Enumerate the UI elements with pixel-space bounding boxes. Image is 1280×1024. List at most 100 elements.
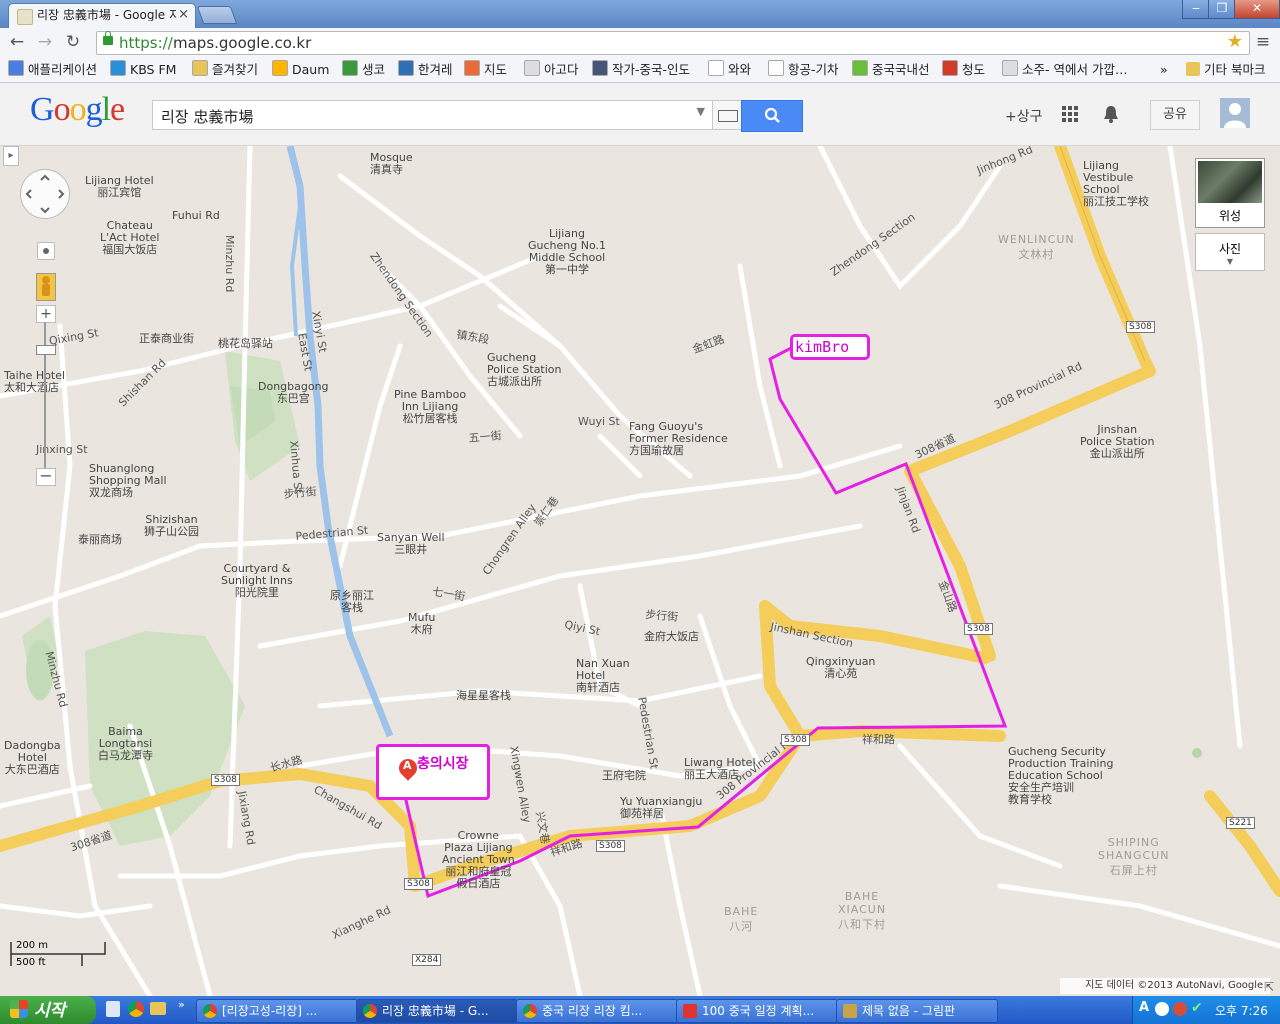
bookmark-item[interactable]: 중국국내선 — [852, 60, 930, 80]
keyboard-icon[interactable] — [712, 100, 742, 130]
maximize-button[interactable]: ❐ — [1208, 0, 1236, 19]
search-input[interactable]: 리장 忠義市場 ▼ — [152, 100, 714, 130]
map-place-label[interactable]: Yu Yuanxiangju 御苑祥居 — [620, 796, 702, 820]
share-button[interactable]: 공유 — [1150, 100, 1200, 130]
tray-check-icon[interactable]: ✔ — [1191, 1000, 1203, 1016]
map-place-label[interactable]: Gucheng Police Station 古城派出所 — [487, 352, 562, 388]
resize-corner-icon[interactable]: ⇱ — [1264, 980, 1274, 994]
avatar[interactable] — [1220, 98, 1250, 128]
other-bookmarks[interactable]: 기타 북마크 — [1186, 60, 1265, 80]
map-place-label[interactable]: 泰丽商场 — [78, 534, 122, 546]
bookmark-item[interactable]: Daum — [272, 60, 329, 80]
bookmark-item[interactable]: 청도 — [942, 60, 985, 80]
map-place-label[interactable]: Jinshan Police Station 金山派出所 — [1080, 424, 1155, 460]
zoom-slider-track[interactable] — [44, 322, 46, 468]
side-panel-toggle-icon[interactable]: ▸ — [3, 146, 19, 166]
bookmark-item[interactable]: 생코 — [342, 60, 385, 80]
pan-control[interactable] — [20, 169, 70, 219]
notifications-bell-icon[interactable] — [1102, 104, 1120, 124]
google-logo[interactable]: Google — [30, 91, 125, 129]
bookmark-item[interactable]: 즐겨찾기 — [192, 60, 258, 80]
taskbar-window-button[interactable]: 100 중국 일정 계획... — [676, 999, 838, 1023]
map-place-label[interactable]: 海星星客栈 — [456, 690, 511, 702]
bookmark-item[interactable]: 아고다 — [524, 60, 579, 80]
apps-grid-icon[interactable] — [1062, 106, 1078, 122]
search-button[interactable] — [741, 100, 803, 132]
bookmark-item[interactable]: 지도 — [464, 60, 507, 80]
map-place-label[interactable]: Lijiang Gucheng No.1 Middle School 第一中学 — [528, 228, 606, 276]
map-place-label[interactable]: Crowne Plaza Lijiang Ancient Town 丽江和府皇冠… — [442, 830, 515, 890]
bookmark-item[interactable]: 소주- 역에서 가깝… — [1002, 60, 1127, 80]
forward-icon[interactable]: → — [34, 32, 56, 52]
zoom-slider-handle[interactable] — [36, 345, 56, 355]
map-place-label[interactable]: 原乡丽江 客栈 — [330, 590, 374, 614]
user-name-link[interactable]: +상구 — [1005, 106, 1043, 126]
map-place-label[interactable]: BAHE 八河 — [724, 905, 758, 934]
tab-active[interactable]: 리장 忠義市場 - Google 지도 × — [8, 3, 196, 29]
zoom-out-button[interactable]: − — [36, 468, 56, 486]
map-place-label[interactable]: 正泰商业街 — [139, 333, 194, 345]
menu-icon[interactable]: ≡ — [1252, 32, 1274, 52]
map-place-label[interactable]: 王府宅院 — [602, 770, 646, 782]
bookmark-star-icon[interactable]: ★ — [1227, 31, 1243, 52]
map-place-label[interactable]: Fuhui Rd — [172, 210, 220, 222]
taskbar-window-button[interactable]: 중국 리장 리장 킴... — [516, 999, 678, 1023]
ime-icon[interactable]: A — [1139, 1000, 1149, 1015]
tab-close-icon[interactable]: × — [178, 7, 189, 22]
my-location-icon[interactable] — [37, 242, 55, 260]
map-place-label[interactable]: SHIPING SHANGCUN 石屏上村 — [1098, 836, 1170, 878]
new-tab-button[interactable] — [196, 6, 238, 24]
back-icon[interactable]: ← — [6, 32, 28, 52]
map-place-label[interactable]: Courtyard & Sunlight Inns 阳光院里 — [221, 563, 293, 599]
map-place-label[interactable]: Shizishan 狮子山公园 — [144, 514, 199, 538]
map-place-label[interactable]: Baima Longtansi 白马龙潭寺 — [98, 726, 153, 762]
map-place-label[interactable]: Lijiang Vestibule School 丽江技工学校 — [1083, 160, 1149, 208]
zoom-in-button[interactable]: + — [36, 305, 56, 323]
map-place-label[interactable]: Chateau L'Act Hotel 福国大饭店 — [100, 220, 159, 256]
taskbar-window-button[interactable]: [리장고성-리장] ... — [196, 999, 358, 1023]
quicklaunch-chrome-icon[interactable] — [128, 1001, 144, 1017]
map-place-label[interactable]: BAHE XIACUN 八和下村 — [838, 890, 886, 932]
map-place-label[interactable]: Gucheng Security Production Training Edu… — [1008, 746, 1113, 806]
map-place-label[interactable]: Fang Guoyu's Former Residence 方国瑜故居 — [629, 421, 728, 457]
map-place-label[interactable]: Shuanglong Shopping Mall 双龙商场 — [89, 463, 167, 499]
quicklaunch-more-icon[interactable]: » — [178, 998, 185, 1011]
bookmark-item[interactable]: 한겨레 — [398, 60, 453, 80]
close-window-button[interactable]: ✕ — [1234, 0, 1280, 19]
map-place-label[interactable]: 桃花岛驿站 — [218, 338, 273, 350]
minimize-button[interactable]: ‒ — [1182, 0, 1210, 19]
quicklaunch-desktop-icon[interactable] — [106, 1001, 120, 1017]
tray-arrow-icon[interactable] — [1155, 1002, 1169, 1016]
satellite-toggle[interactable]: 위성 — [1195, 158, 1265, 228]
map-place-label[interactable]: Lijiang Hotel 丽江宾馆 — [85, 175, 154, 199]
map-place-label[interactable]: Dadongba Hotel 大东巴酒店 — [4, 740, 61, 776]
tray-security-icon[interactable] — [1173, 1002, 1187, 1016]
bookmark-item[interactable]: 작가-중국-인도 — [592, 60, 690, 80]
map-place-label[interactable]: Qingxinyuan 清心苑 — [806, 656, 875, 680]
taskbar-window-button[interactable]: 리장 忠義市場 - G... — [356, 999, 518, 1023]
taskbar-window-button[interactable]: 제목 없음 - 그림판 — [836, 999, 998, 1023]
dropdown-caret-icon[interactable]: ▼ — [697, 105, 705, 118]
reload-icon[interactable]: ↻ — [62, 32, 84, 52]
bookmarks-more-button[interactable]: » — [1160, 60, 1168, 80]
quicklaunch-folder-icon[interactable] — [150, 1002, 166, 1015]
map-place-label[interactable]: Sanyan Well 三眼井 — [377, 532, 445, 556]
map-place-label[interactable]: Mosque 清真寺 — [370, 152, 413, 176]
map-place-label[interactable]: Dongbagong 东巴宫 — [258, 381, 329, 405]
bookmark-item[interactable]: 항공-기차 — [768, 60, 839, 80]
bookmark-item[interactable]: 애플리케이션 — [8, 60, 97, 80]
address-bar[interactable]: https:// maps.google.co.kr ★ — [96, 31, 1250, 55]
map-place-label[interactable]: 金府大饭店 — [644, 631, 699, 643]
bookmark-item[interactable]: 와와 — [708, 60, 751, 80]
map-canvas[interactable]: Lijiang Hotel 丽江宾馆 Mosque 清真寺 Fuhui Rd Chat… — [0, 146, 1280, 996]
start-button[interactable]: 시작 — [0, 996, 96, 1024]
bookmark-item[interactable]: KBS FM — [110, 60, 176, 80]
map-place-label[interactable]: WENLINCUN 文林村 — [998, 233, 1075, 262]
photo-toggle[interactable]: 사진 ▼ — [1195, 233, 1265, 271]
map-place-label[interactable]: Pine Bamboo Inn Lijiang 松竹居客栈 — [394, 389, 466, 425]
pegman-icon[interactable] — [36, 273, 56, 301]
map-place-label[interactable]: Mufu 木府 — [408, 612, 435, 636]
map-place-label[interactable]: Nan Xuan Hotel 南轩酒店 — [576, 658, 630, 694]
map-place-label[interactable]: Taihe Hotel 太和大酒店 — [4, 370, 65, 394]
bookmark-label: 와와 — [728, 62, 752, 77]
